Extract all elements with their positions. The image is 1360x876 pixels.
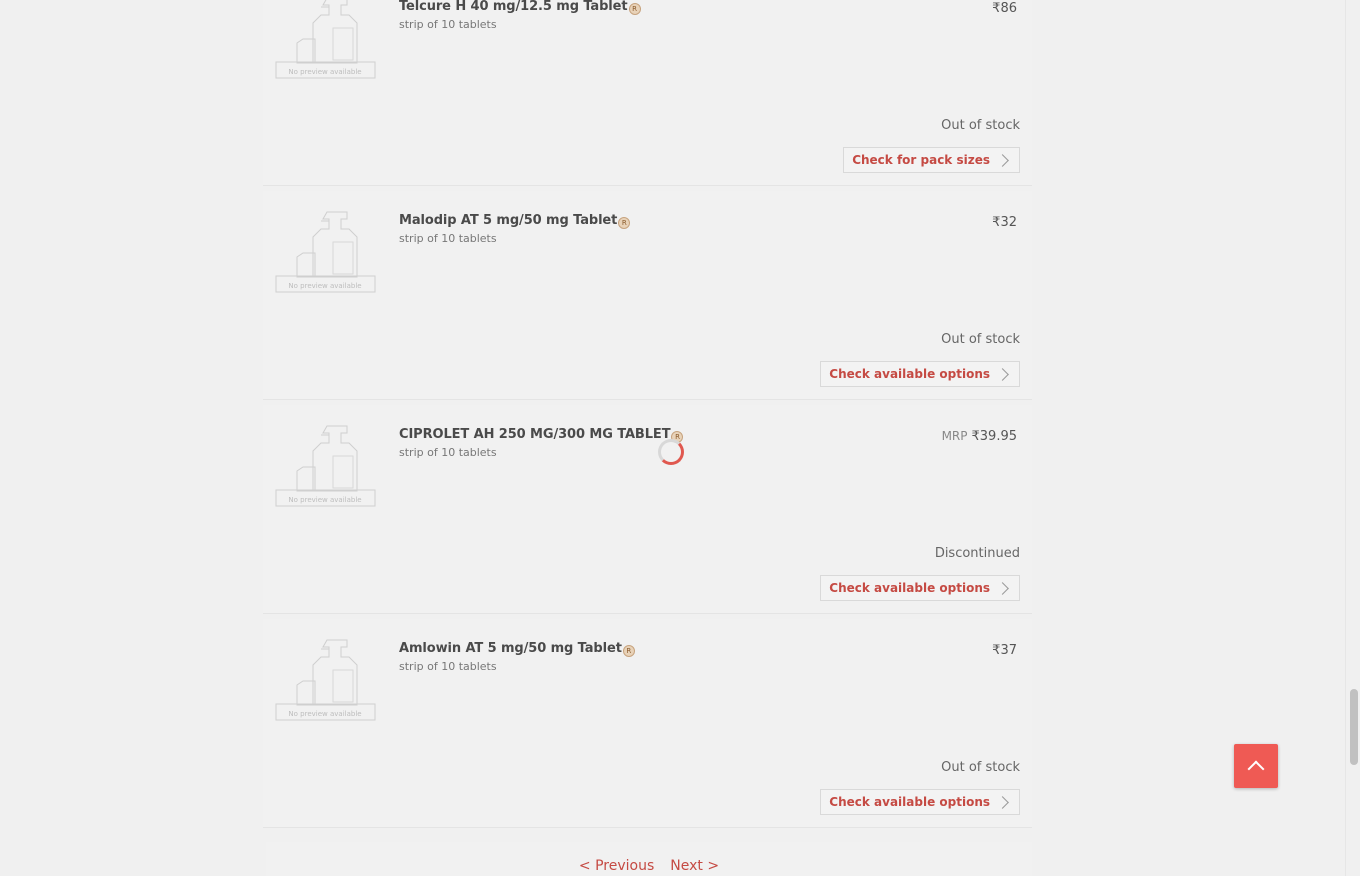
check-options-button[interactable]: Check for pack sizes	[843, 147, 1020, 173]
scroll-to-top-button[interactable]	[1234, 744, 1278, 788]
chevron-right-icon	[996, 367, 1009, 381]
product-card[interactable]: No preview available Telcure H 40 mg/12.…	[263, 0, 1032, 186]
product-name[interactable]: CIPROLET AH 250 MG/300 MG TABLET R	[399, 427, 684, 443]
product-info: CIPROLET AH 250 MG/300 MG TABLET R strip …	[399, 427, 684, 460]
price-value: ₹32	[992, 215, 1017, 230]
cta-label: Check available options	[829, 795, 990, 809]
price-value: ₹86	[992, 1, 1017, 16]
chevron-right-icon	[996, 153, 1009, 167]
product-name-text: Amlowin AT 5 mg/50 mg Tablet	[399, 641, 622, 656]
cta-label: Check available options	[829, 581, 990, 595]
product-price: ₹86	[992, 1, 1017, 16]
thumb-text: No preview available	[288, 496, 361, 504]
product-name-text: CIPROLET AH 250 MG/300 MG TABLET	[399, 427, 671, 442]
cta-label: Check available options	[829, 367, 990, 381]
product-price: ₹32	[992, 215, 1017, 230]
pack-size: strip of 10 tablets	[399, 660, 497, 673]
pagination: < Previous Next >	[266, 842, 1032, 876]
price-value: ₹39.95	[971, 429, 1018, 444]
product-card[interactable]: No preview available CIPROLET AH 250 MG/…	[263, 405, 1032, 614]
previous-page-link[interactable]: < Previous	[579, 858, 654, 876]
chevron-right-icon	[996, 795, 1009, 809]
check-options-button[interactable]: Check available options	[820, 575, 1020, 601]
product-list-page: No preview available Telcure H 40 mg/12.…	[0, 0, 1360, 876]
rx-icon: R	[618, 217, 631, 229]
product-name[interactable]: Amlowin AT 5 mg/50 mg Tablet R	[399, 641, 635, 657]
product-name[interactable]: Telcure H 40 mg/12.5 mg Tablet R	[399, 0, 641, 15]
pack-size: strip of 10 tablets	[399, 446, 497, 459]
product-image-placeholder: No preview available	[275, 0, 376, 87]
product-image-placeholder: No preview available	[275, 209, 376, 301]
next-page-link[interactable]: Next >	[670, 858, 719, 876]
chevron-right-icon	[996, 581, 1009, 595]
cta-label: Check for pack sizes	[852, 153, 990, 167]
product-name[interactable]: Malodip AT 5 mg/50 mg Tablet R	[399, 213, 631, 229]
chevron-up-icon	[1247, 760, 1265, 778]
pack-size: strip of 10 tablets	[399, 18, 497, 31]
stock-status: Out of stock	[941, 760, 1020, 775]
product-price: MRP ₹39.95	[942, 429, 1017, 444]
stock-status: Discontinued	[934, 546, 1020, 561]
price-value: ₹37	[992, 643, 1017, 658]
rx-icon: R	[628, 3, 641, 15]
product-image-placeholder: No preview available	[275, 637, 376, 729]
product-image-placeholder: No preview available	[275, 423, 376, 515]
thumb-text: No preview available	[288, 710, 361, 718]
rx-icon: R	[622, 645, 635, 657]
thumb-text: No preview available	[288, 68, 361, 76]
loading-spinner	[658, 439, 684, 465]
check-options-button[interactable]: Check available options	[820, 789, 1020, 815]
check-options-button[interactable]: Check available options	[820, 361, 1020, 387]
product-card[interactable]: No preview available Malodip AT 5 mg/50 …	[263, 191, 1032, 400]
thumb-text: No preview available	[288, 282, 361, 290]
product-info: Malodip AT 5 mg/50 mg Tablet R strip of 1…	[399, 213, 631, 246]
stock-status: Out of stock	[941, 118, 1020, 133]
pack-size: strip of 10 tablets	[399, 232, 497, 245]
vertical-scrollbar[interactable]	[1345, 0, 1360, 876]
mrp-label: MRP	[941, 429, 968, 443]
product-name-text: Malodip AT 5 mg/50 mg Tablet	[399, 213, 618, 228]
scrollbar-thumb[interactable]	[1350, 689, 1358, 765]
product-name-text: Telcure H 40 mg/12.5 mg Tablet	[399, 0, 628, 14]
product-card[interactable]: No preview available Amlowin AT 5 mg/50 …	[263, 619, 1032, 828]
product-list: No preview available Telcure H 40 mg/12.…	[263, 0, 1032, 833]
product-info: Telcure H 40 mg/12.5 mg Tablet R strip of…	[399, 0, 641, 32]
product-price: ₹37	[992, 643, 1017, 658]
product-info: Amlowin AT 5 mg/50 mg Tablet R strip of 1…	[399, 641, 635, 674]
stock-status: Out of stock	[941, 332, 1020, 347]
